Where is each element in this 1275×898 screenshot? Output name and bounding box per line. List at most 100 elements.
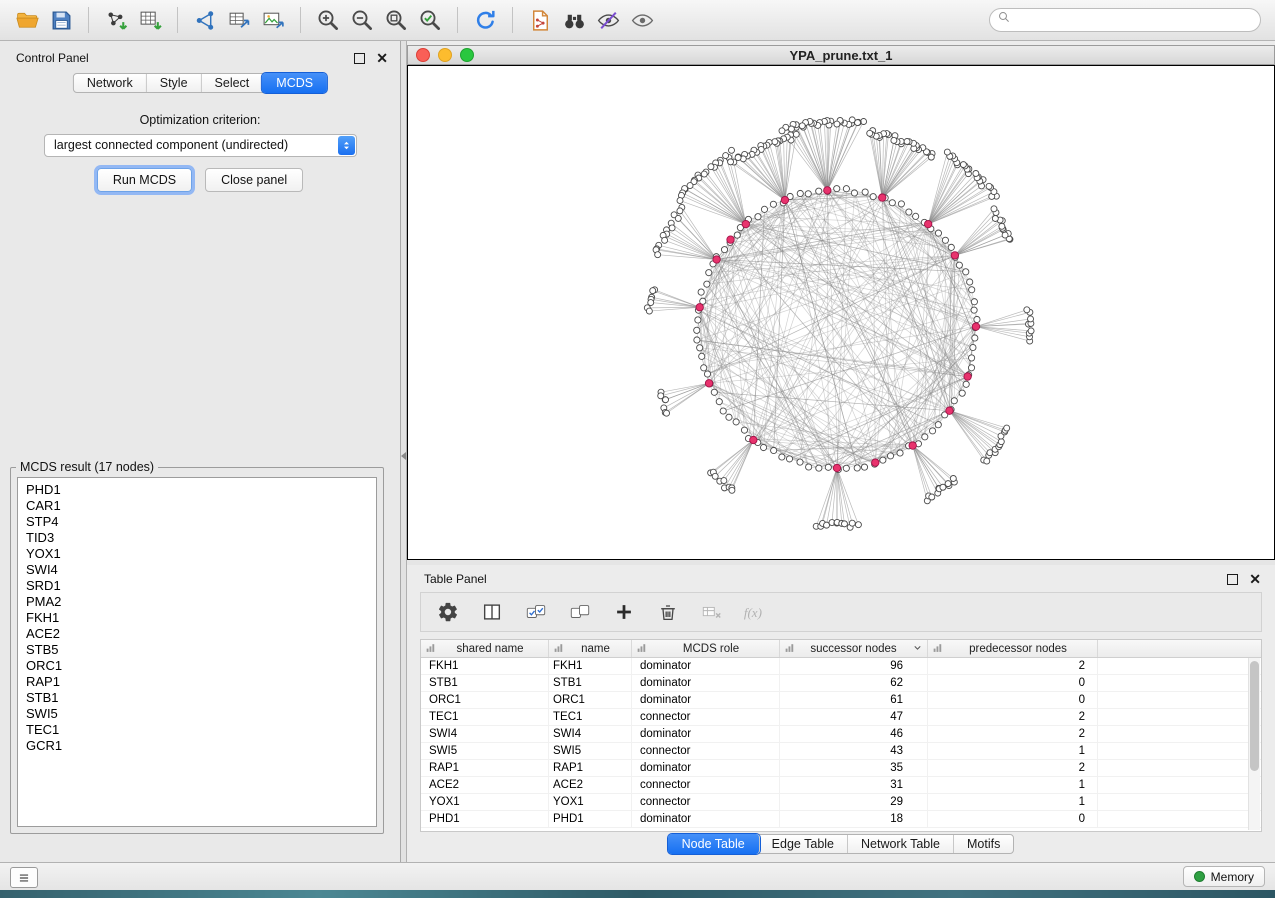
collapse-left-icon[interactable] bbox=[401, 452, 406, 460]
close-panel-button[interactable]: Close panel bbox=[205, 168, 303, 192]
binoculars-icon[interactable] bbox=[557, 5, 591, 35]
mcds-result-item[interactable]: TID3 bbox=[26, 530, 368, 546]
column-header-name[interactable]: name bbox=[549, 640, 632, 657]
eye-slash-icon[interactable] bbox=[591, 5, 625, 35]
header-filler bbox=[1098, 640, 1261, 657]
mcds-result-item[interactable]: YOX1 bbox=[26, 546, 368, 562]
close-table-panel-icon[interactable]: ✕ bbox=[1249, 572, 1261, 586]
table-scrollbar-thumb[interactable] bbox=[1250, 661, 1259, 771]
float-panel-icon[interactable] bbox=[354, 53, 365, 64]
table-row[interactable]: RAP1RAP1dominator352 bbox=[421, 760, 1261, 777]
table-row[interactable]: YOX1YOX1connector291 bbox=[421, 794, 1261, 811]
criterion-select[interactable]: largest connected component (undirected) bbox=[44, 134, 357, 157]
table-cell: 1 bbox=[928, 743, 1098, 759]
mcds-result-item[interactable]: SWI4 bbox=[26, 562, 368, 578]
tab-mcds[interactable]: MCDS bbox=[262, 73, 327, 93]
table-cell: YOX1 bbox=[549, 794, 632, 810]
mcds-result-item[interactable]: FKH1 bbox=[26, 610, 368, 626]
memory-label: Memory bbox=[1211, 870, 1254, 884]
import-network-icon[interactable] bbox=[99, 5, 133, 35]
mcds-result-item[interactable]: TEC1 bbox=[26, 722, 368, 738]
zoom-selected-icon[interactable] bbox=[413, 5, 447, 35]
tab-style[interactable]: Style bbox=[147, 74, 202, 92]
table-cell: 31 bbox=[780, 777, 928, 793]
table-row[interactable]: SWI5SWI5connector431 bbox=[421, 743, 1261, 760]
network-canvas[interactable] bbox=[407, 65, 1275, 560]
chevron-down-icon[interactable] bbox=[912, 642, 923, 656]
close-control-panel-icon[interactable]: ✕ bbox=[376, 51, 388, 65]
column-header-label: successor nodes bbox=[795, 643, 912, 655]
eye-icon[interactable] bbox=[625, 5, 659, 35]
table-cell: SWI5 bbox=[549, 743, 632, 759]
refresh-icon[interactable] bbox=[468, 5, 502, 35]
check-pair-icon[interactable] bbox=[523, 599, 549, 625]
select-stepper-icon bbox=[338, 136, 355, 155]
mcds-result-item[interactable]: PMA2 bbox=[26, 594, 368, 610]
table-cell: 46 bbox=[780, 726, 928, 742]
column-header-shared-name[interactable]: shared name bbox=[421, 640, 549, 657]
zoom-out-icon[interactable] bbox=[345, 5, 379, 35]
zoom-in-icon[interactable] bbox=[311, 5, 345, 35]
table-tab-node-table[interactable]: Node Table bbox=[668, 834, 760, 854]
mcds-result-item[interactable]: PHD1 bbox=[26, 482, 368, 498]
table-row[interactable]: ACE2ACE2connector311 bbox=[421, 777, 1261, 794]
mcds-result-item[interactable]: STB5 bbox=[26, 642, 368, 658]
table-tab-network-table[interactable]: Network Table bbox=[848, 835, 954, 853]
share-document-icon[interactable] bbox=[523, 5, 557, 35]
mcds-result-item[interactable]: CAR1 bbox=[26, 498, 368, 514]
table-cell: connector bbox=[632, 743, 780, 759]
tab-select[interactable]: Select bbox=[202, 74, 264, 92]
gear-icon[interactable] bbox=[435, 599, 461, 625]
mcds-result-item[interactable]: RAP1 bbox=[26, 674, 368, 690]
table-cell: SWI4 bbox=[421, 726, 549, 742]
toggle-column-icon[interactable] bbox=[479, 599, 505, 625]
mcds-result-item[interactable]: GCR1 bbox=[26, 738, 368, 754]
mcds-result-item[interactable]: ACE2 bbox=[26, 626, 368, 642]
table-panel-header: Table Panel ✕ bbox=[407, 565, 1275, 591]
row-filler bbox=[1098, 726, 1261, 742]
open-folder-icon[interactable] bbox=[10, 5, 44, 35]
memory-button[interactable]: Memory bbox=[1183, 866, 1265, 887]
mcds-result-item[interactable]: SRD1 bbox=[26, 578, 368, 594]
save-icon[interactable] bbox=[44, 5, 78, 35]
network-search-input[interactable] bbox=[1013, 9, 1260, 31]
task-history-icon[interactable] bbox=[10, 867, 38, 888]
table-row[interactable]: SWI4SWI4dominator462 bbox=[421, 726, 1261, 743]
control-panel: Control Panel ✕ NetworkStyleSelectMCDS O… bbox=[0, 41, 401, 862]
column-header-predecessor-nodes[interactable]: predecessor nodes bbox=[928, 640, 1098, 657]
column-header-label: name bbox=[564, 643, 627, 655]
table-row[interactable]: FKH1FKH1dominator962 bbox=[421, 658, 1261, 675]
table-cell: 0 bbox=[928, 692, 1098, 708]
float-table-panel-icon[interactable] bbox=[1227, 574, 1238, 585]
new-network-icon[interactable] bbox=[188, 5, 222, 35]
table-scrollbar[interactable] bbox=[1248, 658, 1260, 830]
table-tab-motifs[interactable]: Motifs bbox=[954, 835, 1013, 853]
uncheck-pair-icon[interactable] bbox=[567, 599, 593, 625]
export-image-icon[interactable] bbox=[256, 5, 290, 35]
table-row[interactable]: PHD1PHD1dominator180 bbox=[421, 811, 1261, 828]
table-row[interactable]: TEC1TEC1connector472 bbox=[421, 709, 1261, 726]
zoom-fit-icon[interactable] bbox=[379, 5, 413, 35]
mcds-result-item[interactable]: ORC1 bbox=[26, 658, 368, 674]
mcds-result-list[interactable]: PHD1CAR1STP4TID3YOX1SWI4SRD1PMA2FKH1ACE2… bbox=[17, 477, 377, 827]
mcds-result-item[interactable]: STB1 bbox=[26, 690, 368, 706]
mcds-result-item[interactable]: SWI5 bbox=[26, 706, 368, 722]
column-header-MCDS-role[interactable]: MCDS role bbox=[632, 640, 780, 657]
column-header-successor-nodes[interactable]: successor nodes bbox=[780, 640, 928, 657]
table-cell: ACE2 bbox=[549, 777, 632, 793]
import-table-icon[interactable] bbox=[133, 5, 167, 35]
run-mcds-button[interactable]: Run MCDS bbox=[97, 168, 192, 192]
table-cell: dominator bbox=[632, 692, 780, 708]
network-from-table-icon[interactable] bbox=[222, 5, 256, 35]
trash-icon[interactable] bbox=[655, 599, 681, 625]
plus-icon[interactable] bbox=[611, 599, 637, 625]
table-row[interactable]: STB1STB1dominator620 bbox=[421, 675, 1261, 692]
network-window-titlebar[interactable]: YPA_prune.txt_1 bbox=[407, 45, 1275, 65]
tab-network[interactable]: Network bbox=[74, 74, 147, 92]
table-row[interactable]: ORC1ORC1dominator610 bbox=[421, 692, 1261, 709]
table-cell: ORC1 bbox=[549, 692, 632, 708]
table-tab-edge-table[interactable]: Edge Table bbox=[759, 835, 848, 853]
mcds-result-item[interactable]: STP4 bbox=[26, 514, 368, 530]
mcds-result-group: MCDS result (17 nodes) PHD1CAR1STP4TID3Y… bbox=[10, 460, 384, 834]
search-box[interactable] bbox=[989, 8, 1261, 32]
